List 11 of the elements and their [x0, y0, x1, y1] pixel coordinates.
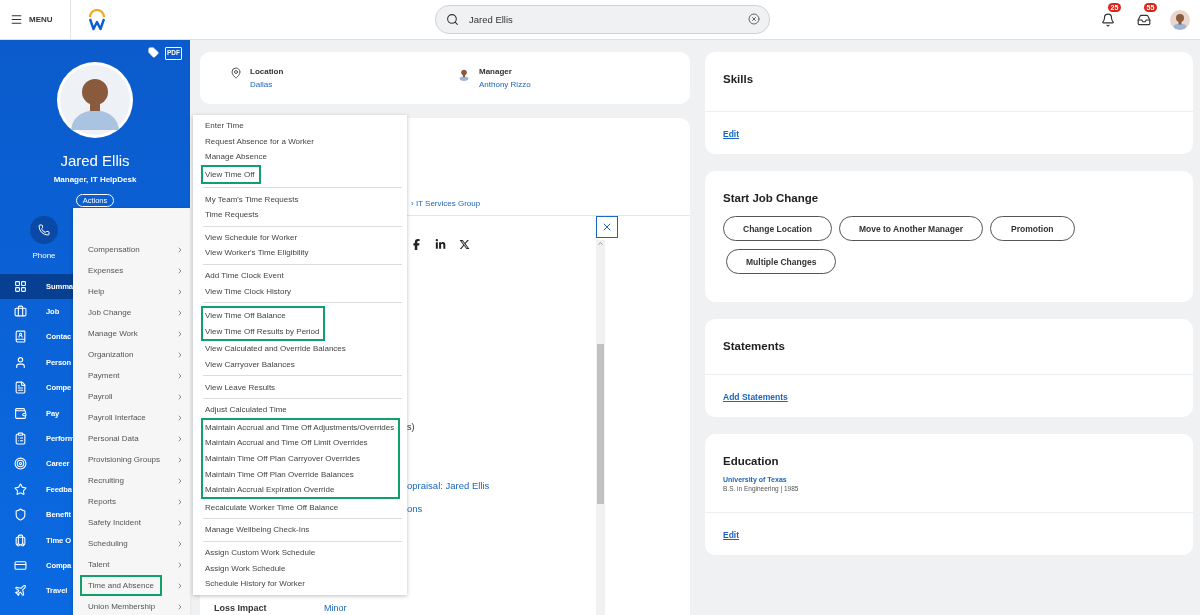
profile-name: Jared Ellis	[59, 151, 131, 169]
card-title: Statements	[723, 340, 786, 352]
contact-label: Phone	[32, 250, 56, 260]
field-label: Loss Impact	[214, 603, 268, 613]
text-fragment: s)	[407, 422, 415, 432]
field-label: Location	[250, 67, 284, 76]
card-title: Education	[723, 455, 780, 467]
card-title: Skills	[723, 73, 755, 85]
job-title: Manager, IT HelpDesk	[52, 174, 138, 184]
card-title: Start Job Change	[723, 192, 820, 204]
field-label: Manager	[479, 67, 513, 76]
